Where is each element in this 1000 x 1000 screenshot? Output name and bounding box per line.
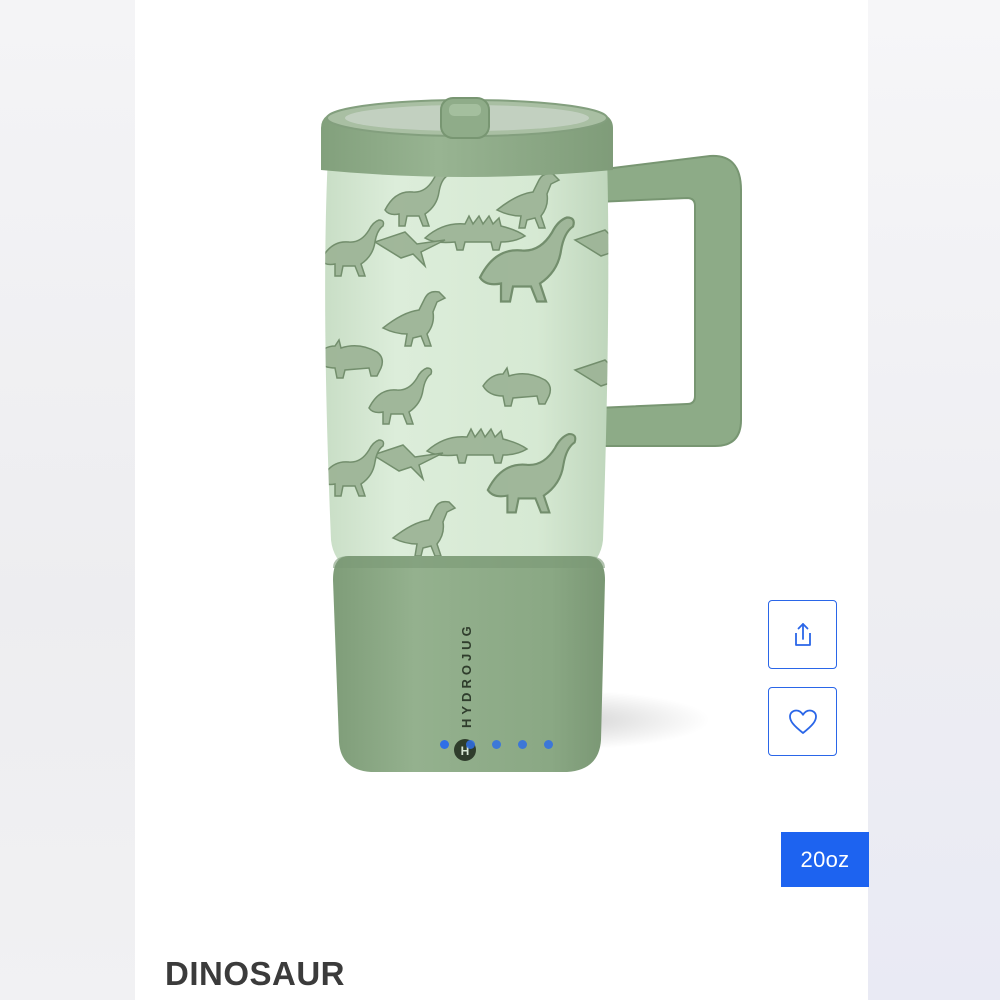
gallery-dot-4[interactable]	[518, 739, 527, 749]
tumbler-illustration: H HYDROJUG	[321, 97, 742, 772]
product-title: DINOSAUR	[165, 955, 346, 992]
share-button[interactable]	[768, 600, 837, 669]
right-margin	[868, 0, 1000, 1000]
gallery-dot-5[interactable]	[544, 739, 553, 749]
product-panel: H HYDROJUG 20oz DINOSAUR	[135, 0, 869, 1000]
left-margin	[0, 0, 135, 1000]
share-icon	[794, 622, 811, 646]
gallery-dot-3[interactable]	[492, 739, 501, 749]
product-image[interactable]: H HYDROJUG	[135, 0, 868, 930]
favorite-button[interactable]	[768, 687, 837, 756]
brand-wordmark: HYDROJUG	[459, 622, 474, 728]
size-badge: 20oz	[781, 832, 869, 887]
gallery-dot-1[interactable]	[440, 739, 449, 749]
gallery-pagination[interactable]	[440, 739, 553, 749]
heart-icon	[788, 709, 817, 734]
gallery-dot-2[interactable]	[466, 739, 475, 749]
